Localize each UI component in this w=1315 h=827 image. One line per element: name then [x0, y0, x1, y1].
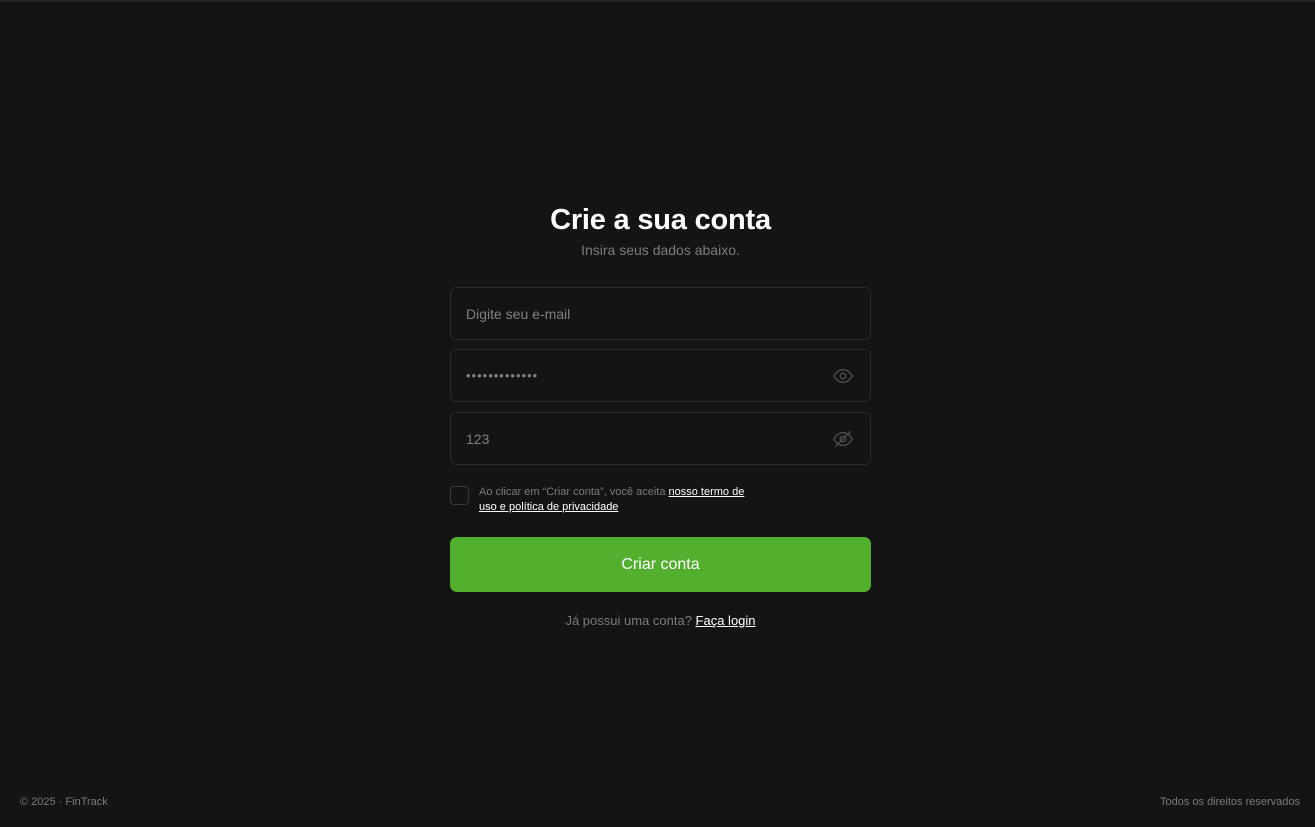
- email-field: [450, 287, 871, 340]
- eye-icon[interactable]: [832, 365, 854, 387]
- email-input[interactable]: [466, 288, 826, 339]
- terms-text: Ao clicar em “Criar conta”, você aceita …: [479, 485, 759, 515]
- top-edge-divider: [0, 0, 1315, 2]
- terms-checkbox[interactable]: [450, 486, 469, 505]
- login-link[interactable]: Faça login: [696, 613, 756, 628]
- page-title: Crie a sua conta: [550, 204, 771, 236]
- create-account-button[interactable]: Criar conta: [450, 537, 871, 592]
- login-prompt-text: Já possui uma conta?: [565, 613, 692, 628]
- terms-prefix: Ao clicar em “Criar conta”, você aceita: [479, 486, 669, 498]
- confirm-password-field: [450, 412, 871, 465]
- terms-row: Ao clicar em “Criar conta”, você aceita …: [450, 485, 871, 517]
- footer-copyright: © 2025 · FinTrack: [20, 796, 108, 808]
- password-input[interactable]: [466, 350, 826, 401]
- login-prompt: Já possui uma conta? Faça login: [450, 613, 871, 629]
- signup-form: Crie a sua conta Insira seus dados abaix…: [450, 196, 871, 628]
- confirm-password-input[interactable]: [466, 413, 826, 464]
- password-field: [450, 349, 871, 402]
- eye-off-icon[interactable]: [832, 428, 854, 450]
- page-subtitle: Insira seus dados abaixo.: [581, 242, 740, 258]
- footer-rights: Todos os direitos reservados: [1159, 796, 1300, 808]
